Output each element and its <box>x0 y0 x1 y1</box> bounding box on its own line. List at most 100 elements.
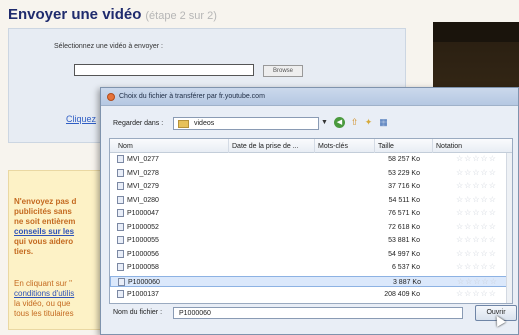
warning-line: ne soit entièrem <box>14 217 76 226</box>
file-name: MVI_0278 <box>127 169 159 177</box>
video-file-icon <box>117 236 124 244</box>
browse-button[interactable]: Browse <box>263 65 303 77</box>
rating-stars[interactable]: ☆☆☆☆☆ <box>456 208 497 217</box>
video-file-icon <box>117 209 124 217</box>
video-file-icon <box>117 249 124 258</box>
warning-line: qui vous aidero <box>14 237 74 246</box>
help-link[interactable]: Cliquez <box>66 114 96 124</box>
video-file-icon <box>117 195 124 204</box>
rating-stars[interactable]: ☆☆☆☆☆ <box>456 181 497 190</box>
file-size: 54 511 Ko <box>388 196 420 204</box>
page-step: (étape 2 sur 2) <box>145 10 217 22</box>
rating-stars[interactable]: ☆☆☆☆☆ <box>456 262 497 271</box>
file-list: Nom Date de la prise de ... Mots-clés Ta… <box>109 138 513 304</box>
warning-box: N'envoyez pas d publicités sans ne soit … <box>8 170 114 330</box>
file-size: 37 716 Ko <box>388 183 420 190</box>
file-size: 208 409 Ko <box>384 291 420 298</box>
look-in-label: Regarder dans : <box>113 120 164 127</box>
file-size: 72 618 Ko <box>388 223 420 231</box>
file-name: P1000060 <box>128 278 160 286</box>
filename-value: P1000060 <box>179 310 211 317</box>
file-name: P1000058 <box>127 264 159 271</box>
terms-line: tous les titulaires <box>14 309 74 318</box>
filename-label: Nom du fichier : <box>113 309 163 316</box>
video-file-icon <box>117 263 124 271</box>
file-row[interactable]: MVI_0279 37 716 Ko ☆☆☆☆☆ <box>110 181 512 192</box>
file-size: 53 229 Ko <box>388 169 420 177</box>
terms-link[interactable]: conditions d'utilis <box>14 289 74 298</box>
video-file-icon <box>117 290 124 298</box>
rating-stars[interactable]: ☆☆☆☆☆ <box>456 195 497 204</box>
file-row[interactable]: P1000137 208 409 Ko ☆☆☆☆☆ <box>110 289 512 300</box>
column-divider[interactable] <box>228 139 229 153</box>
column-divider[interactable] <box>314 139 315 153</box>
file-size: 76 571 Ko <box>388 210 420 217</box>
file-chooser-dialog: Choix du fichier à transférer par fr.you… <box>100 87 519 335</box>
chevron-down-icon[interactable]: ▼ <box>321 119 328 126</box>
file-row[interactable]: P1000056 54 997 Ko ☆☆☆☆☆ <box>110 249 512 260</box>
advice-link[interactable]: conseils sur les <box>14 227 74 236</box>
file-size: 54 997 Ko <box>388 250 420 258</box>
file-row[interactable]: P1000058 6 537 Ko ☆☆☆☆☆ <box>110 262 512 273</box>
file-row[interactable]: P1000055 53 881 Ko ☆☆☆☆☆ <box>110 235 512 246</box>
look-in-select[interactable]: videos <box>173 117 319 130</box>
file-row[interactable]: P1000047 76 571 Ko ☆☆☆☆☆ <box>110 208 512 219</box>
warning-line: tiers. <box>14 247 34 256</box>
video-file-icon <box>117 222 124 231</box>
rating-stars[interactable]: ☆☆☆☆☆ <box>456 154 497 163</box>
file-name: P1000137 <box>127 291 159 298</box>
file-row[interactable]: MVI_0280 54 511 Ko ☆☆☆☆☆ <box>110 195 512 206</box>
column-header-keywords[interactable]: Mots-clés <box>318 143 348 150</box>
file-row[interactable]: P1000052 72 618 Ko ☆☆☆☆☆ <box>110 222 512 233</box>
video-file-icon <box>117 155 124 163</box>
file-name: P1000047 <box>127 210 159 217</box>
file-row[interactable]: MVI_0277 58 257 Ko ☆☆☆☆☆ <box>110 154 512 165</box>
browser-app-icon <box>107 93 115 101</box>
column-header-name[interactable]: Nom <box>118 143 133 150</box>
video-file-icon <box>118 277 125 286</box>
rating-stars[interactable]: ☆☆☆☆☆ <box>456 222 497 231</box>
column-header-date[interactable]: Date de la prise de ... <box>232 143 299 150</box>
column-divider[interactable] <box>432 139 433 153</box>
video-file-icon <box>117 168 124 177</box>
page-title: Envoyer une vidéo (étape 2 sur 2) <box>8 6 217 23</box>
dialog-titlebar[interactable]: Choix du fichier à transférer par fr.you… <box>101 88 518 106</box>
page-title-text: Envoyer une vidéo <box>8 6 142 23</box>
video-file-icon <box>117 182 124 190</box>
select-video-label: Sélectionnez une vidéo à envoyer : <box>54 43 163 50</box>
back-icon[interactable]: ◀ <box>334 117 345 128</box>
dialog-title: Choix du fichier à transférer par fr.you… <box>119 93 265 100</box>
warning-line: N'envoyez pas d <box>14 197 77 206</box>
rating-stars[interactable]: ☆☆☆☆☆ <box>456 168 497 177</box>
filename-input[interactable]: P1000060 <box>173 307 463 319</box>
column-header-rating[interactable]: Notation <box>436 143 462 150</box>
file-name: P1000055 <box>127 237 159 244</box>
file-row[interactable]: P1000060 3 887 Ko ☆☆☆☆☆ <box>110 275 512 287</box>
column-header-size[interactable]: Taille <box>378 143 394 150</box>
rating-stars[interactable]: ☆☆☆☆☆ <box>457 277 498 286</box>
rating-stars[interactable]: ☆☆☆☆☆ <box>456 235 497 244</box>
file-row[interactable]: MVI_0278 53 229 Ko ☆☆☆☆☆ <box>110 168 512 179</box>
up-folder-icon[interactable]: ⇧ <box>349 117 360 128</box>
views-icon[interactable]: ▦ <box>378 117 389 128</box>
file-size: 6 537 Ko <box>391 264 420 271</box>
file-name: MVI_0277 <box>127 156 159 163</box>
file-name: MVI_0280 <box>127 196 159 204</box>
warning-line: publicités sans <box>14 207 72 216</box>
terms-line: En cliquant sur " <box>14 279 72 288</box>
new-folder-icon[interactable]: ✦ <box>363 117 374 128</box>
folder-icon <box>178 120 189 128</box>
file-name: P1000056 <box>127 250 159 258</box>
file-size: 58 257 Ko <box>388 156 420 163</box>
scrollbar[interactable] <box>506 153 512 303</box>
file-name: MVI_0279 <box>127 183 159 190</box>
column-divider[interactable] <box>374 139 375 153</box>
file-name: P1000052 <box>127 223 159 231</box>
rating-stars[interactable]: ☆☆☆☆☆ <box>456 289 497 298</box>
file-size: 53 881 Ko <box>388 237 420 244</box>
look-in-value: videos <box>194 120 215 127</box>
file-size: 3 887 Ko <box>392 278 421 286</box>
terms-line: la vidéo, ou que <box>14 299 71 308</box>
rating-stars[interactable]: ☆☆☆☆☆ <box>456 249 497 258</box>
file-path-input[interactable] <box>74 64 254 76</box>
